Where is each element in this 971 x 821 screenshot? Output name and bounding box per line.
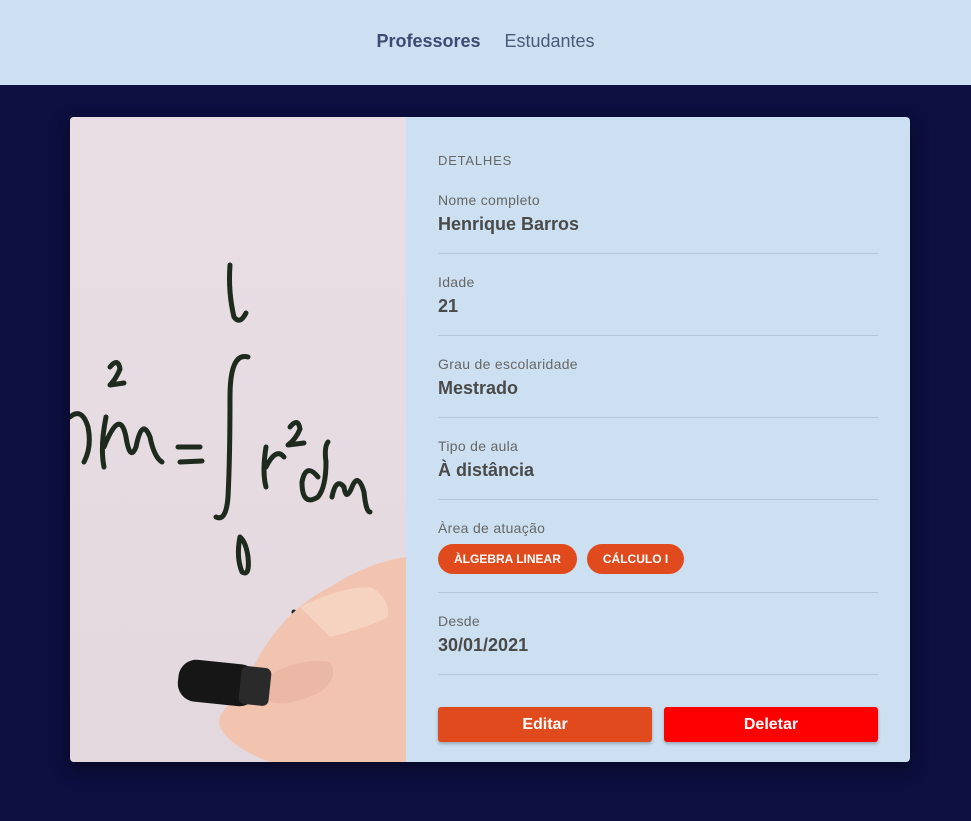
full-name-field: Nome completo Henrique Barros (438, 192, 878, 254)
area-chip-algebra[interactable]: ÀLGEBRA LINEAR (438, 544, 577, 574)
full-name-value: Henrique Barros (438, 214, 580, 234)
details-panel: DETALHES Nome completo Henrique Barros I… (406, 117, 910, 762)
full-name-label: Nome completo (438, 192, 540, 208)
nav-link-professores[interactable]: Professores (376, 31, 480, 52)
teacher-photo (70, 117, 406, 762)
delete-button[interactable]: Deletar (664, 707, 878, 742)
section-title: DETALHES (438, 153, 513, 168)
class-type-value: À distância (438, 460, 535, 480)
since-label: Desde (438, 613, 480, 629)
edit-button[interactable]: Editar (438, 707, 652, 742)
class-type-label: Tipo de aula (438, 438, 519, 454)
top-navigation-bar: Professores Estudantes (0, 0, 971, 85)
class-type-field: Tipo de aula À distância (438, 438, 878, 500)
age-value: 21 (438, 296, 459, 316)
education-field: Grau de escolaridade Mestrado (438, 356, 878, 418)
area-chip-calculo[interactable]: CÁLCULO I (586, 544, 685, 574)
action-buttons: Editar Deletar (438, 707, 878, 742)
nav-link-estudantes[interactable]: Estudantes (505, 31, 595, 52)
education-label: Grau de escolaridade (438, 356, 578, 372)
age-field: Idade 21 (438, 274, 878, 336)
since-field: Desde 30/01/2021 (438, 613, 878, 675)
since-value: 30/01/2021 (438, 635, 529, 655)
whiteboard-math-image (70, 262, 406, 762)
area-label: Àrea de atuação (438, 520, 546, 536)
area-field: Àrea de atuação ÀLGEBRA LINEAR CÁLCULO I (438, 520, 878, 593)
main-nav: Professores Estudantes (376, 31, 594, 52)
education-value: Mestrado (438, 378, 519, 398)
teacher-detail-card: DETALHES Nome completo Henrique Barros I… (70, 117, 910, 762)
age-label: Idade (438, 274, 475, 290)
area-chips: ÀLGEBRA LINEAR CÁLCULO I (438, 544, 878, 574)
